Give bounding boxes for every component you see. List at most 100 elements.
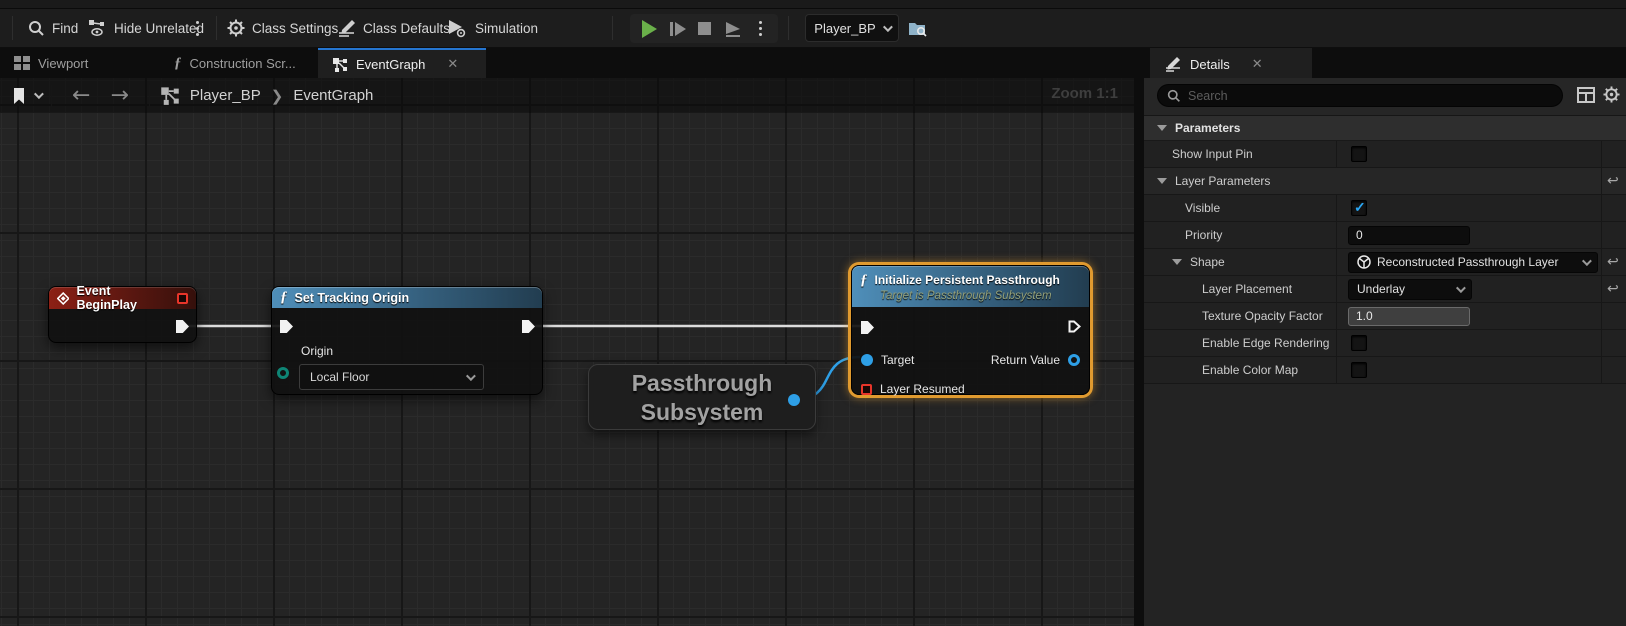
layer-resumed-pin-row: Layer Resumed [861, 382, 965, 396]
exec-in-pin[interactable] [280, 320, 293, 333]
property-label: Texture Opacity Factor [1202, 309, 1323, 323]
exec-out-pin[interactable] [522, 320, 535, 333]
enable-edge-rendering-checkbox[interactable] [1351, 335, 1367, 351]
property-row-texture-opacity: Texture Opacity Factor [1144, 303, 1626, 330]
node-event-beginplay-header: Event BeginPlay [49, 287, 196, 309]
category-parameters[interactable]: Parameters [1144, 115, 1626, 141]
graph-icon [160, 86, 180, 105]
node-event-beginplay[interactable]: Event BeginPlay [48, 286, 197, 343]
target-pin[interactable] [861, 354, 873, 366]
property-label: Visible [1185, 201, 1220, 215]
function-icon: ƒ [860, 272, 868, 289]
play-controls-group [630, 14, 778, 43]
class-settings-button[interactable]: Class Settings [227, 9, 338, 47]
hide-unrelated-label: Hide Unrelated [114, 21, 204, 36]
close-details-icon[interactable]: ✕ [1252, 56, 1263, 72]
panel-splitter[interactable] [1134, 48, 1144, 626]
simulation-button[interactable]: Simulation [447, 9, 538, 47]
subsystem-out-pin[interactable] [788, 394, 800, 406]
nav-forward-button[interactable]: → [100, 83, 138, 108]
layer-placement-dropdown[interactable]: Underlay [1348, 279, 1472, 300]
tab-construction-script[interactable]: ƒ Construction Scr... [160, 48, 318, 78]
blueprint-selector-dropdown[interactable]: Player_BP [805, 14, 899, 42]
gear-icon [227, 19, 245, 37]
origin-enum-pin[interactable] [277, 367, 289, 379]
texture-opacity-input[interactable] [1348, 307, 1470, 326]
node-get-passthrough-subsystem[interactable]: Passthrough Subsystem [588, 364, 816, 430]
search-box[interactable] [1157, 84, 1563, 107]
reset-to-default-icon[interactable]: ↩ [1607, 281, 1619, 297]
priority-input[interactable] [1348, 226, 1470, 245]
play-options-button[interactable] [755, 21, 766, 36]
document-tab-strip: Viewport ƒ Construction Scr... EventGrap… [0, 48, 1626, 78]
details-icon [1164, 56, 1182, 72]
find-button[interactable]: Find [28, 9, 78, 47]
origin-value-dropdown[interactable]: Local Floor [299, 364, 484, 390]
hide-unrelated-button[interactable]: Hide Unrelated [88, 9, 204, 47]
stop-button[interactable] [698, 22, 711, 35]
property-label: Layer Placement [1202, 282, 1292, 296]
play-button[interactable] [642, 20, 657, 38]
node-initialize-persistent-passthrough[interactable]: ƒ Initialize Persistent Passthrough Targ… [851, 265, 1090, 395]
hide-unrelated-icon [88, 19, 107, 37]
tab-viewport-label: Viewport [38, 56, 88, 71]
reset-to-default-icon[interactable]: ↩ [1607, 173, 1619, 189]
breadcrumb-separator: ❯ [271, 87, 284, 105]
class-defaults-label: Class Defaults [363, 21, 450, 36]
viewport-icon [14, 56, 30, 70]
close-tab-icon[interactable]: ✕ [447, 56, 458, 72]
possess-button[interactable] [724, 21, 742, 37]
function-icon: ƒ [174, 55, 182, 72]
return-value-pin[interactable] [1068, 354, 1080, 366]
hide-unrelated-options-button[interactable] [192, 9, 203, 47]
shape-class-icon [1357, 255, 1371, 269]
bookmark-icon[interactable] [12, 87, 26, 105]
class-defaults-button[interactable]: Class Defaults [337, 9, 450, 47]
eventgraph-canvas[interactable]: ← → Player_BP ❯ EventGraph Zoom 1:1 Even… [0, 78, 1134, 626]
browse-to-asset-button[interactable] [908, 9, 928, 47]
bookmark-chevron-icon[interactable] [34, 89, 44, 99]
breadcrumb-root[interactable]: Player_BP [190, 87, 261, 104]
exec-out-pin[interactable] [1068, 320, 1082, 334]
property-row-layer-parameters[interactable]: Layer Parameters ↩ [1144, 168, 1626, 195]
node-title-line2: Subsystem [589, 398, 815, 427]
display-filter-icon[interactable] [1577, 87, 1595, 103]
shape-dropdown[interactable]: Reconstructed Passthrough Layer [1348, 252, 1598, 273]
search-input[interactable] [1188, 89, 1528, 103]
shape-value: Reconstructed Passthrough Layer [1377, 255, 1558, 269]
expander-triangle-icon [1172, 259, 1182, 265]
nav-back-button[interactable]: ← [62, 83, 100, 108]
tab-details-label: Details [1190, 57, 1230, 72]
breadcrumb-current[interactable]: EventGraph [293, 87, 373, 104]
frame-skip-button[interactable] [670, 22, 686, 36]
property-row-enable-color-map: Enable Color Map [1144, 357, 1626, 384]
event-icon [57, 292, 69, 305]
tab-details[interactable]: Details ✕ [1150, 48, 1312, 78]
property-label: Enable Edge Rendering [1202, 336, 1329, 350]
tab-viewport[interactable]: Viewport [0, 48, 152, 78]
node-set-tracking-origin[interactable]: ƒ Set Tracking Origin Origin Local Floor [271, 286, 543, 395]
search-icon [28, 20, 45, 37]
toolbar-separator [612, 16, 613, 40]
delegate-pin[interactable] [177, 293, 188, 304]
settings-gear-icon[interactable] [1603, 86, 1620, 103]
node-title: Initialize Persistent Passthrough [875, 273, 1060, 287]
enable-color-map-checkbox[interactable] [1351, 362, 1367, 378]
property-label: Enable Color Map [1202, 363, 1298, 377]
tab-eventgraph[interactable]: EventGraph ✕ [318, 48, 486, 78]
property-row-enable-edge: Enable Edge Rendering [1144, 330, 1626, 357]
property-label: Priority [1185, 228, 1222, 242]
exec-in-pin[interactable] [861, 321, 874, 334]
visible-checkbox[interactable] [1351, 200, 1367, 216]
blueprint-selector-label: Player_BP [814, 21, 875, 36]
reset-to-default-icon[interactable]: ↩ [1607, 254, 1619, 270]
exec-out-pin[interactable] [176, 320, 189, 333]
property-row-visible: Visible [1144, 195, 1626, 222]
search-icon [1167, 89, 1181, 103]
tab-construction-label: Construction Scr... [190, 56, 296, 71]
class-settings-label: Class Settings [252, 21, 338, 36]
layer-resumed-pin[interactable] [861, 384, 872, 395]
show-input-pin-checkbox[interactable] [1351, 146, 1367, 162]
property-row-shape: Shape Reconstructed Passthrough Layer ↩ [1144, 249, 1626, 276]
expander-triangle-icon [1157, 125, 1167, 131]
